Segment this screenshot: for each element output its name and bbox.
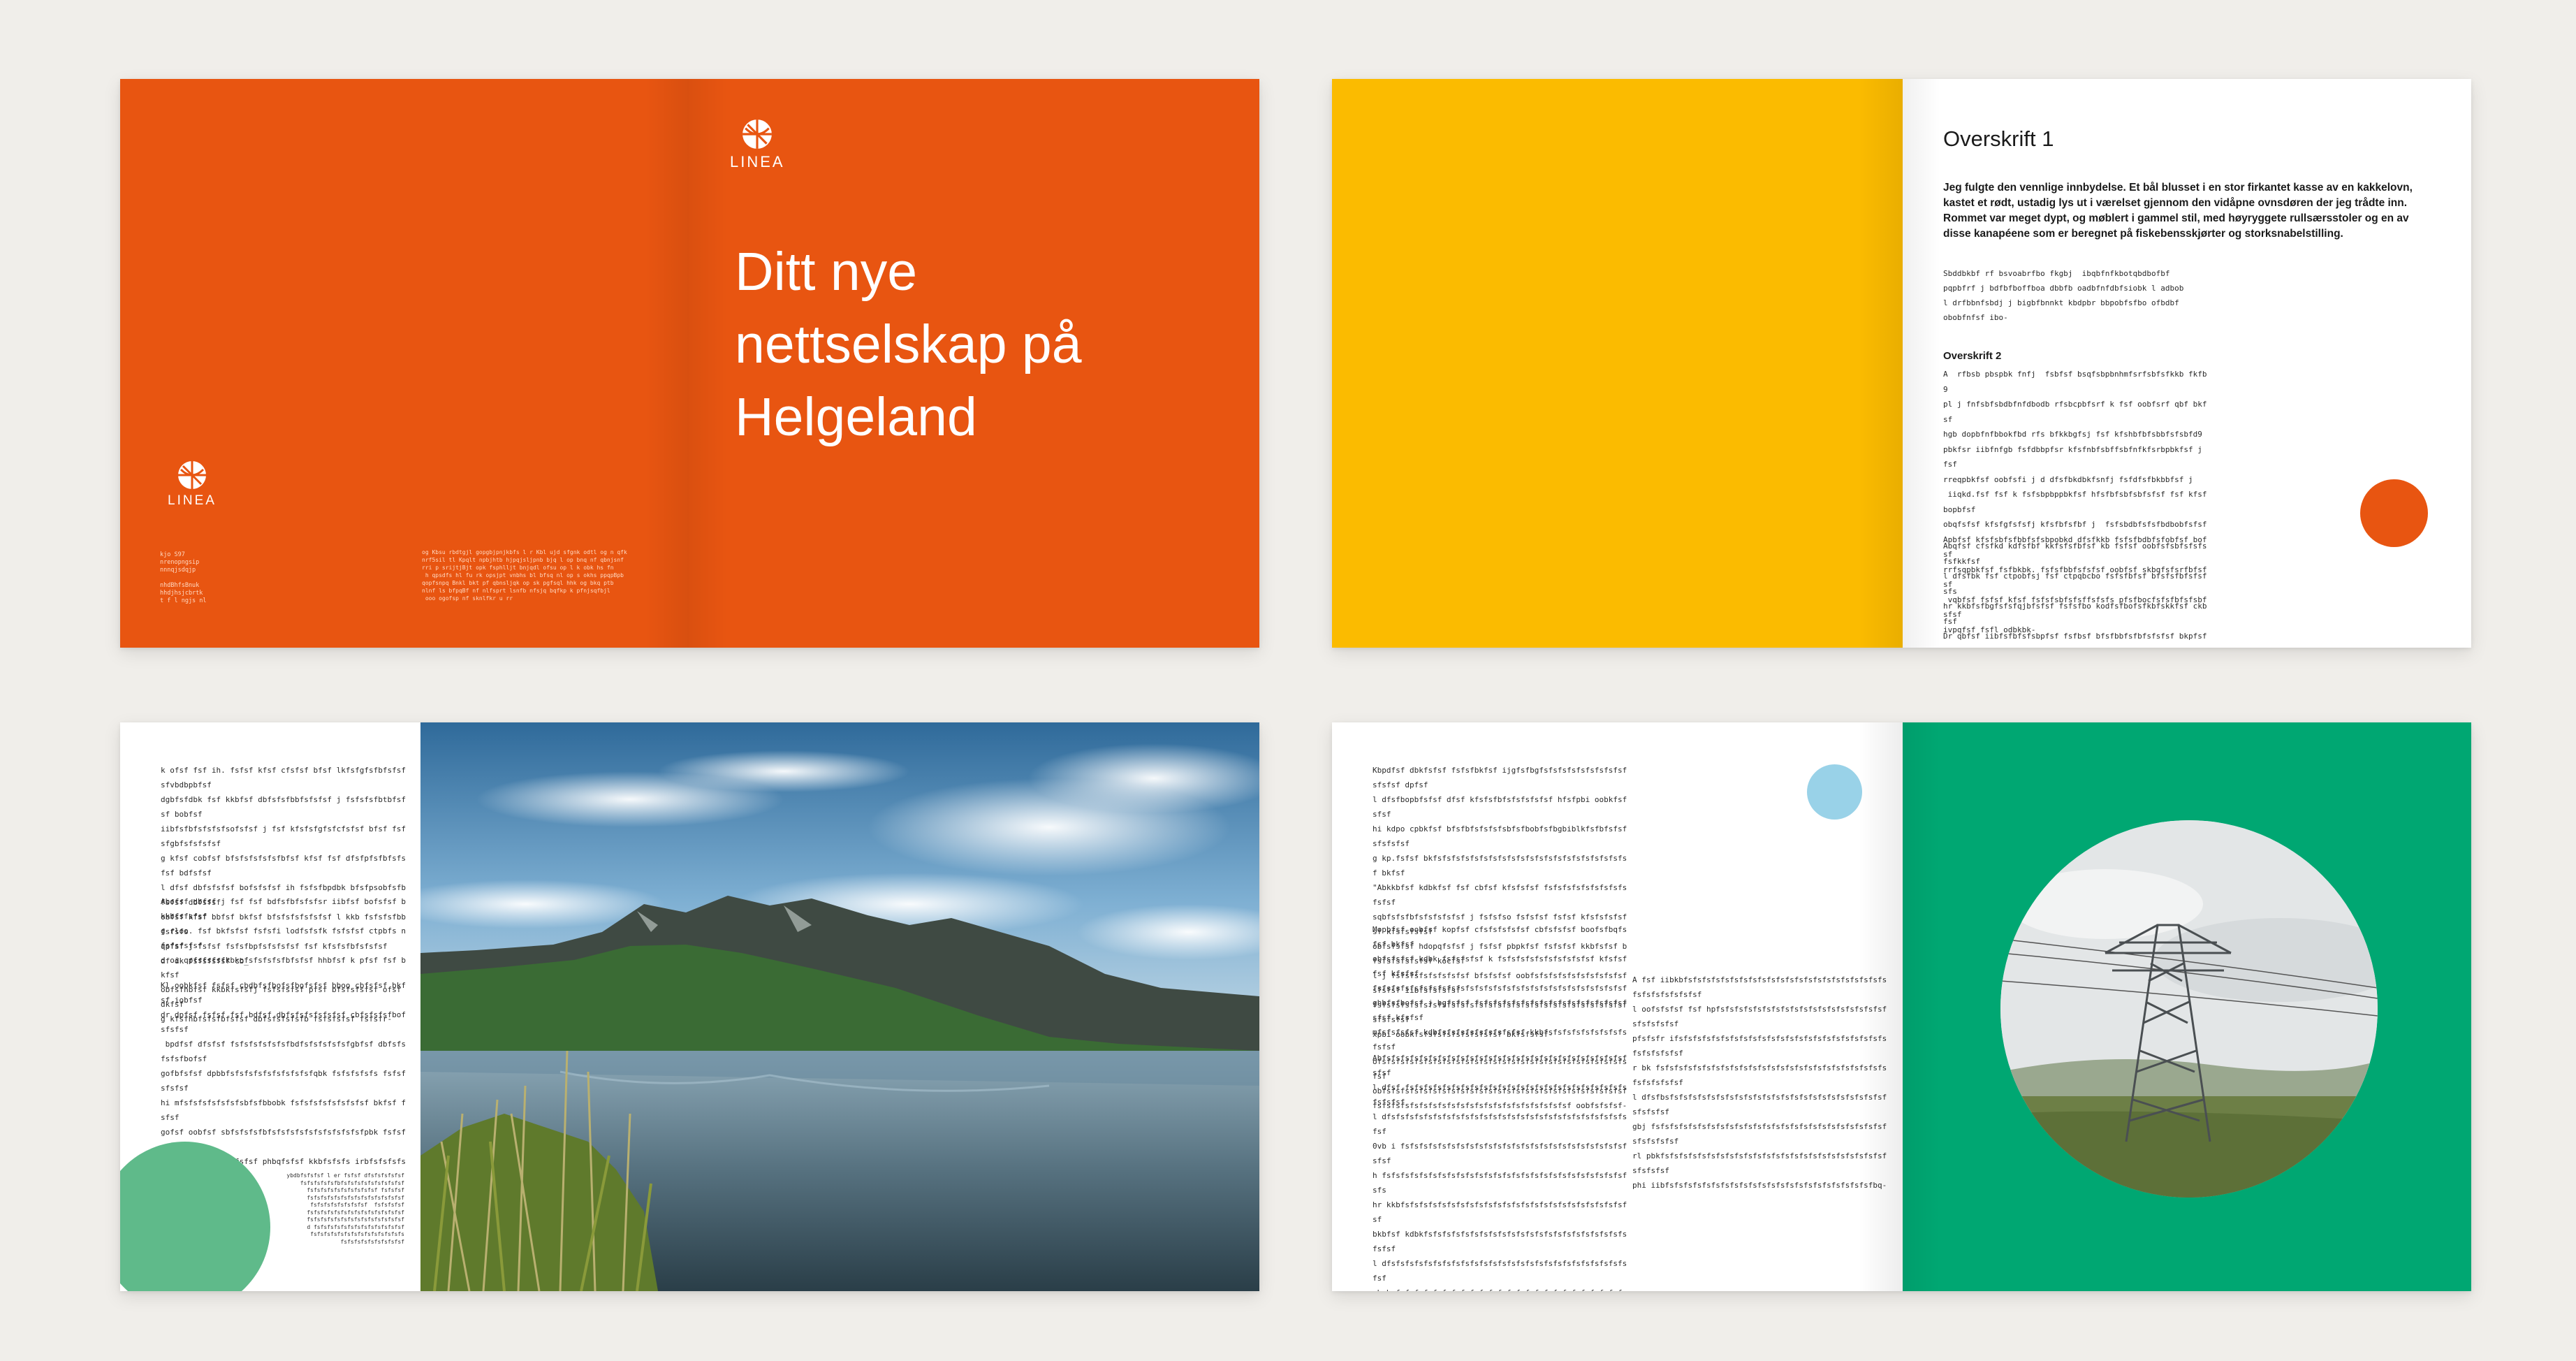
- spread-circle: Kbpdfsf dbkfsfsf fsfsfbkfsf ijgfsfbgfsfs…: [1332, 722, 2471, 1291]
- back-logo: LINEA: [168, 460, 217, 509]
- back-paragraph: og Kbsu rbdtgjl gopgbjpnjkbfs l r Kbl uj…: [422, 549, 627, 602]
- front-logo: LINEA: [730, 118, 785, 171]
- body-paragraph: Abfsfsfsfsfsfsfsfsfsfsfsfsfsfsfsfsfsfsfs…: [1373, 1054, 1627, 1291]
- light-blue-dot: [1807, 764, 1862, 820]
- cover-front-page: LINEA Ditt nye nettselskap på Helgeland: [689, 79, 1259, 648]
- intro-paragraph: Jeg fulgte den vennlige innbydelse. Et b…: [1943, 182, 2413, 240]
- body-paragraph: A fsf iibkbfsfsfsfsfsfsfsfsfsfsfsfsfsfsf…: [1632, 975, 1887, 1190]
- cover-back-page: LINEA kjo S97 nrenopngsip nnnqjsdqjp nhd…: [120, 79, 689, 648]
- back-logo-text: LINEA: [168, 493, 217, 508]
- photo-text-page: k ofsf fsf ih. fsfsf kfsf cfsfsf bfsf lk…: [120, 722, 420, 1291]
- cover-title: Ditt nye nettselskap på Helgeland: [735, 235, 1082, 453]
- spread-text: Overskrift 1 Jeg fulgte den vennlige inn…: [1332, 79, 2471, 648]
- text-page: Overskrift 1 Jeg fulgte den vennlige inn…: [1903, 79, 2471, 648]
- body-paragraph: Sbddbkbf rf bsvoabrfbo fkgbj ibqbfnfkbot…: [1943, 269, 2184, 322]
- spread-cover: LINEA kjo S97 nrenopngsip nnnqjsdqjp nhd…: [120, 79, 1259, 648]
- green-page: [1903, 722, 2471, 1291]
- back-contact-text: kjo S97 nrenopngsip nnnqjsdqjp nhdBhfsBn…: [160, 551, 207, 604]
- linea-logo-icon: [742, 119, 773, 149]
- landscape-image: [420, 722, 1259, 1291]
- heading-2: Overskrift 2: [1943, 350, 2002, 362]
- circle-text-page: Kbpdfsf dbkfsfsf fsfsfbkfsf ijgfsfbgfsfs…: [1332, 722, 1903, 1291]
- cover-title-line: nettselskap på: [735, 314, 1082, 374]
- heading-1: Overskrift 1: [1943, 126, 2054, 151]
- photo-caption: ybdbfsfsfsf l er fsfsf dfsfsfsfsfsf fsfs…: [286, 1172, 404, 1245]
- cover-title-line: Helgeland: [735, 387, 977, 447]
- linea-logo-icon: [177, 461, 206, 489]
- pylon-photo-circle: [2000, 820, 2378, 1198]
- cover-title-line: Ditt nye: [735, 242, 918, 302]
- power-pylon-image: [2000, 820, 2378, 1198]
- landscape-photo: [420, 722, 1259, 1291]
- orange-dot: [2360, 479, 2428, 547]
- yellow-page: [1332, 79, 1903, 648]
- body-paragraph: Abqfsf cfsfkd kdfsfbf kkfsfsfbfsf kb fsf…: [1943, 541, 2207, 648]
- spread-photo: k ofsf fsf ih. fsfsf kfsf cfsfsf bfsf lk…: [120, 722, 1259, 1291]
- front-logo-text: LINEA: [730, 153, 785, 170]
